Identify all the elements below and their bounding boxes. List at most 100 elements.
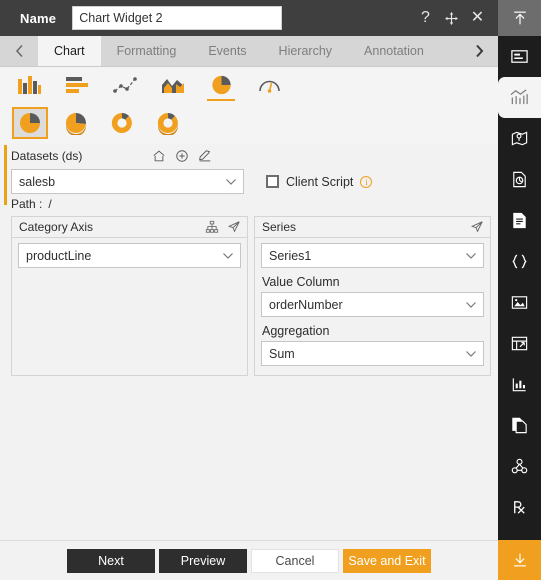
report-pie-icon[interactable]: [498, 159, 541, 200]
pie-3d-variant-icon[interactable]: [58, 107, 94, 139]
chart-widget-dialog: Name ? ✕ Chart Fo: [0, 0, 541, 580]
dialog-footer: Next Preview Cancel Save and Exit: [0, 540, 498, 580]
tab-events-label: Events: [208, 44, 247, 58]
close-icon[interactable]: ✕: [469, 10, 486, 27]
category-axis-panel: Category Axis productLine: [11, 216, 248, 376]
question-mark-icon[interactable]: ?: [417, 10, 434, 27]
plus-circle-icon[interactable]: [175, 149, 189, 163]
dataset-select[interactable]: salesb: [11, 169, 244, 194]
tab-formatting-label: Formatting: [116, 44, 177, 58]
dataset-path: Path : /: [11, 197, 491, 211]
home-icon[interactable]: [152, 149, 166, 163]
tab-chart[interactable]: Chart: [38, 36, 101, 66]
value-column-value: orderNumber: [269, 297, 343, 312]
category-axis-header: Category Axis: [12, 217, 247, 238]
tab-formatting[interactable]: Formatting: [100, 36, 193, 66]
aggregation-label: Aggregation: [262, 324, 330, 338]
map-icon[interactable]: [498, 118, 541, 159]
document-icon[interactable]: [498, 200, 541, 241]
client-script-group: Client Script i: [266, 174, 373, 189]
category-axis-select[interactable]: productLine: [18, 243, 241, 268]
tab-annotation-label: Annotation: [364, 44, 424, 58]
scatter-chart-icon[interactable]: [106, 70, 144, 100]
bar-chart-icon[interactable]: [58, 70, 96, 100]
series-select[interactable]: Series1: [261, 243, 484, 268]
donut-variant-icon[interactable]: [104, 107, 140, 139]
datasets-label: Datasets (ds): [11, 149, 83, 163]
value-column-select[interactable]: orderNumber: [261, 292, 484, 317]
cancel-button[interactable]: Cancel: [251, 548, 339, 573]
chart-variant-row: [0, 103, 498, 143]
aggregation-select[interactable]: Sum: [261, 341, 484, 366]
series-actions: [470, 220, 484, 234]
next-button[interactable]: Next: [67, 548, 155, 573]
pie-variant-icon[interactable]: [12, 107, 48, 139]
aggregation-value: Sum: [269, 346, 295, 361]
tab-annotation[interactable]: Annotation: [348, 36, 440, 66]
series-header: Series: [255, 217, 490, 238]
tab-hierarchy-label: Hierarchy: [278, 44, 333, 58]
sparkline-icon[interactable]: [498, 364, 541, 405]
dataset-select-value: salesb: [19, 174, 56, 189]
widget-icon[interactable]: [498, 36, 541, 77]
tab-chart-label: Chart: [54, 44, 85, 58]
copy-page-icon[interactable]: [498, 405, 541, 446]
chart-type-row: [0, 67, 498, 103]
chevron-right-icon[interactable]: [460, 36, 498, 66]
titlebar-actions: ? ✕: [417, 10, 498, 27]
chevron-down-icon: [465, 300, 477, 309]
gauge-chart-icon[interactable]: [250, 70, 288, 100]
category-axis-value: productLine: [26, 248, 92, 263]
widget-name-input[interactable]: [72, 6, 283, 30]
chart-icon[interactable]: [498, 77, 541, 118]
series-value: Series1: [269, 248, 312, 263]
prescription-icon[interactable]: [498, 487, 541, 528]
pivot-icon[interactable]: [498, 323, 541, 364]
code-braces-icon[interactable]: [498, 241, 541, 282]
send-icon[interactable]: [470, 220, 484, 234]
hierarchy-icon[interactable]: [205, 220, 219, 234]
chevron-down-icon: [225, 177, 237, 186]
pie-chart-icon[interactable]: [202, 70, 240, 101]
chevron-down-icon: [465, 349, 477, 358]
datasets-actions: [152, 149, 212, 163]
dataset-path-value: /: [48, 197, 52, 211]
tab-spacer: [439, 36, 460, 66]
download-icon[interactable]: [498, 540, 541, 580]
collapse-up-icon[interactable]: [498, 0, 541, 36]
area-chart-icon[interactable]: [154, 70, 192, 100]
move-icon[interactable]: [443, 10, 460, 27]
value-column-label: Value Column: [262, 275, 340, 289]
client-script-label: Client Script: [286, 174, 354, 189]
datasets-row: salesb Client Script i: [11, 169, 491, 194]
send-icon[interactable]: [227, 220, 241, 234]
tab-events[interactable]: Events: [192, 36, 263, 66]
tab-bar: Chart Formatting Events Hierarchy Annota…: [0, 36, 498, 67]
chevron-left-icon[interactable]: [0, 36, 38, 66]
save-and-exit-button[interactable]: Save and Exit: [343, 548, 431, 573]
info-icon[interactable]: i: [360, 175, 373, 188]
edit-icon[interactable]: [198, 149, 212, 163]
chevron-down-icon: [222, 251, 234, 260]
series-panel: Series Series1 Value Column orderNumber …: [254, 216, 491, 376]
datasets-header: Datasets (ds): [11, 146, 491, 166]
column-chart-icon[interactable]: [10, 70, 48, 100]
category-axis-actions: [205, 220, 241, 234]
dialog-titlebar: Name ? ✕: [0, 0, 498, 36]
tab-hierarchy[interactable]: Hierarchy: [262, 36, 349, 66]
chevron-down-icon: [465, 251, 477, 260]
datasets-section: Datasets (ds) salesb Client Script i Pat…: [11, 146, 491, 211]
dataset-path-label: Path :: [11, 197, 43, 211]
client-script-checkbox[interactable]: [266, 175, 279, 188]
donut-3d-variant-icon[interactable]: [150, 107, 186, 139]
right-rail: [498, 0, 541, 580]
series-body: Series1 Value Column orderNumber Aggrega…: [255, 238, 490, 372]
preview-button[interactable]: Preview: [159, 548, 247, 573]
name-label: Name: [20, 10, 57, 26]
series-title: Series: [262, 220, 297, 234]
datasets-accent-strip: [4, 145, 7, 205]
category-axis-body: productLine: [12, 238, 247, 274]
image-icon[interactable]: [498, 282, 541, 323]
network-icon[interactable]: [498, 446, 541, 487]
category-axis-title: Category Axis: [19, 220, 94, 234]
